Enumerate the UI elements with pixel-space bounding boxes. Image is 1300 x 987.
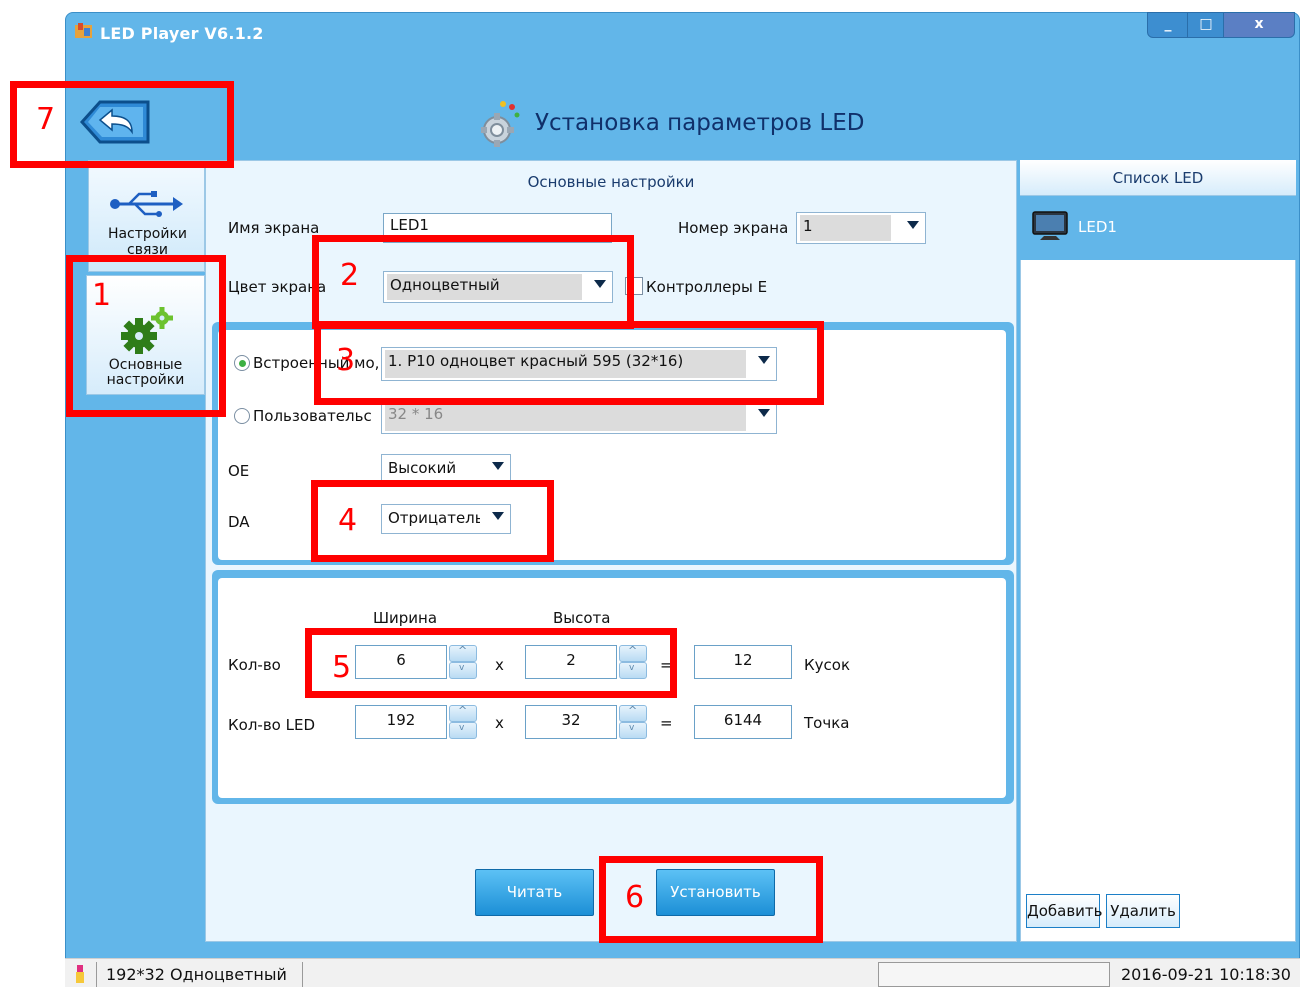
led-unit: Точка (804, 714, 850, 732)
add-button[interactable]: Добавить (1026, 894, 1103, 928)
custom-module-radio[interactable] (234, 408, 250, 424)
count-total-field: 12 (694, 645, 792, 679)
annotation-number-6: 6 (625, 880, 645, 915)
close-button[interactable]: x (1223, 12, 1295, 38)
progress-bar (878, 962, 1110, 987)
maximize-button[interactable]: □ (1187, 12, 1225, 38)
chevron-down-icon (758, 409, 770, 417)
led-width-input[interactable]: 192 (355, 705, 447, 739)
custom-module-value: 32 * 16 (385, 403, 746, 431)
led-height-input[interactable]: 32 (525, 705, 617, 739)
stepper-up-icon[interactable] (449, 704, 477, 722)
screen-name-label: Имя экрана (228, 219, 320, 237)
count-label: Кол-во (228, 656, 281, 674)
annotation-number-3: 3 (336, 343, 356, 378)
oe-label: OE (228, 462, 250, 480)
led-list-panel (1020, 160, 1296, 942)
stepper-down-icon[interactable] (619, 722, 647, 739)
window-title: LED Player V6.1.2 (100, 24, 264, 43)
equals-sign: = (660, 714, 673, 732)
builtin-module-radio[interactable] (234, 355, 250, 371)
custom-module-select[interactable]: 32 * 16 (381, 400, 777, 434)
read-button[interactable]: Читать (475, 869, 594, 916)
led-list-title: Список LED (1020, 160, 1296, 196)
nav-label-line1: Настройки (107, 226, 188, 242)
controllers-e-label: Контроллеры E (646, 278, 768, 296)
annotation-box-1 (66, 255, 226, 417)
window-controls: _ □ x (1147, 12, 1295, 38)
count-unit: Кусок (804, 656, 851, 674)
stepper-up-icon[interactable] (619, 704, 647, 722)
section-title: Основные настройки (527, 173, 695, 191)
led-list-item[interactable]: LED1 (1020, 196, 1296, 260)
annotation-number-4: 4 (338, 503, 358, 538)
minimize-button[interactable]: _ (1147, 12, 1189, 38)
chevron-down-icon (492, 462, 504, 470)
annotation-box-5 (305, 628, 677, 698)
settings-gear-icon (481, 101, 520, 147)
status-divider (96, 962, 97, 987)
times-sign: x (495, 714, 504, 732)
annotation-box-2 (312, 235, 634, 329)
led-list-item-label: LED1 (1078, 218, 1117, 236)
status-divider (302, 962, 303, 987)
oe-value: Высокий (385, 457, 480, 481)
usb-plug-icon (76, 965, 84, 983)
monitor-icon (1032, 211, 1068, 240)
annotation-box-3 (314, 321, 824, 405)
stepper-down-icon[interactable] (449, 722, 477, 739)
page-title: Установка параметров LED (535, 110, 865, 136)
delete-button[interactable]: Удалить (1106, 894, 1180, 928)
led-height-stepper[interactable] (619, 704, 647, 739)
da-label: DA (228, 513, 250, 531)
annotation-number-1: 1 (92, 278, 112, 313)
annotation-number-5: 5 (332, 650, 352, 685)
width-header: Ширина (373, 609, 438, 627)
app-logo-icon (75, 23, 92, 38)
annotation-number-2: 2 (340, 258, 360, 293)
height-header: Высота (553, 609, 611, 627)
led-total-field: 6144 (694, 705, 792, 739)
screen-number-select[interactable]: 1 (796, 212, 926, 244)
screen-number-label: Номер экрана (678, 219, 789, 237)
status-info: 192*32 Одноцветный (106, 965, 287, 984)
status-datetime: 2016-09-21 10:18:30 (1121, 965, 1291, 984)
annotation-number-7: 7 (36, 102, 56, 137)
led-width-stepper[interactable] (449, 704, 477, 739)
custom-module-label: Пользовательс (253, 407, 372, 425)
led-count-label: Кол-во LED (228, 716, 315, 734)
usb-icon (110, 191, 183, 217)
screen-number-value: 1 (800, 215, 891, 241)
chevron-down-icon (907, 221, 919, 229)
